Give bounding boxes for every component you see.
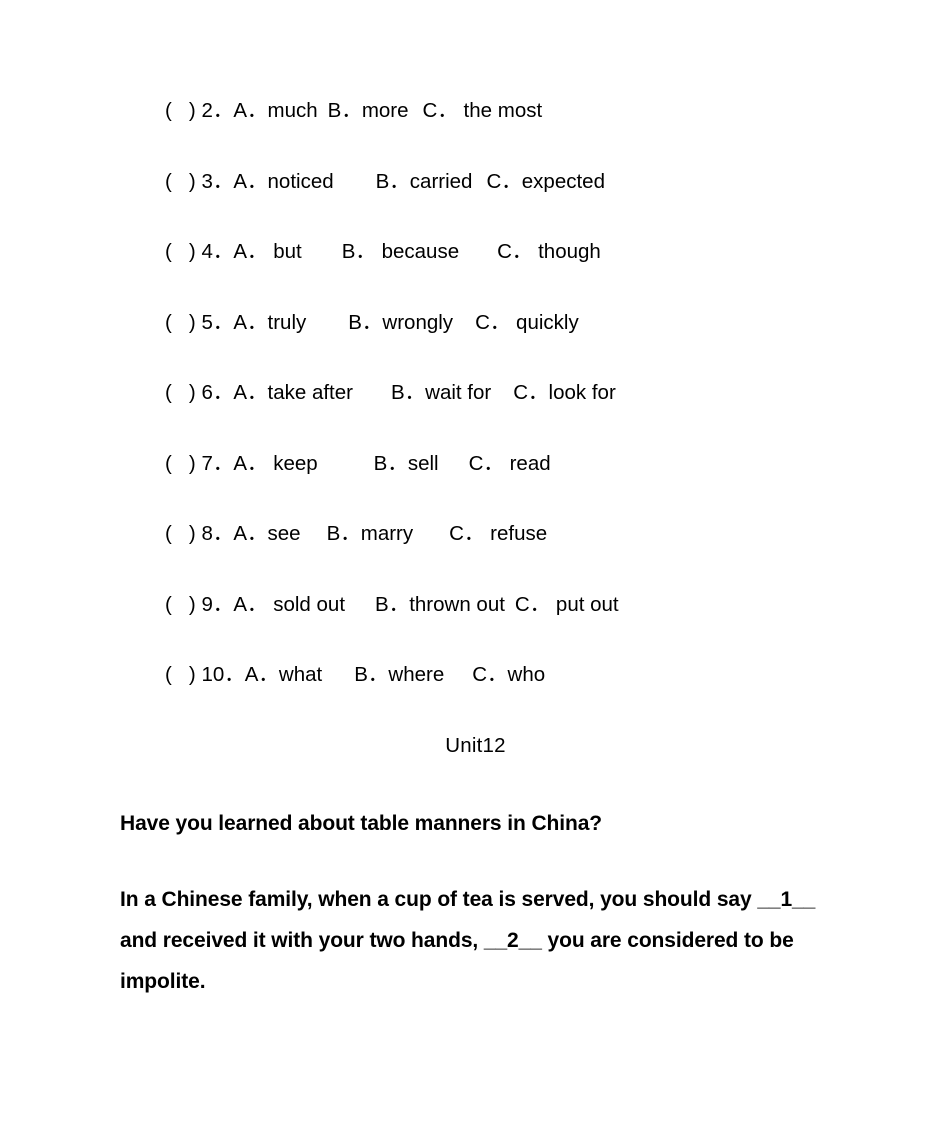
answer-option[interactable]: C．look for [513, 378, 616, 408]
worksheet-page: ( ) 2．A．much B．more C． the most ( ) 3．A．not… [0, 0, 945, 1123]
question-number: 7． [201, 451, 234, 475]
passage-body: In a Chinese family, when a cup of tea i… [120, 879, 832, 1002]
answer-bracket[interactable]: ( ) [165, 519, 201, 549]
answer-option[interactable]: B．thrown out [375, 590, 505, 620]
question-row: ( ) 4．A． but B． because C． though [165, 237, 905, 308]
answer-option[interactable]: C． read [469, 449, 551, 479]
answer-bracket[interactable]: ( ) [165, 449, 201, 479]
question-row: ( ) 3．A．noticed B．carried C．expected [165, 167, 905, 238]
question-number: 6． [201, 381, 234, 404]
question-row: ( ) 5．A．truly B．wrongly C． quickly [165, 308, 905, 379]
question-row: ( ) 6．A．take after B．wait for C．look for [165, 378, 905, 449]
answer-option[interactable]: A．take after [233, 378, 353, 408]
answer-bracket[interactable]: ( ) [165, 590, 201, 620]
unit-heading: Unit12 [0, 732, 945, 760]
answer-option[interactable]: B．where [354, 660, 444, 690]
answer-option[interactable]: A． but [233, 237, 301, 267]
passage-text-segment-1: In a Chinese family, when a cup of tea i… [120, 888, 758, 911]
answer-bracket[interactable]: ( ) [165, 96, 201, 126]
answer-option[interactable]: C． refuse [449, 519, 547, 549]
answer-bracket[interactable]: ( ) [165, 660, 201, 690]
question-row: ( ) 9．A． sold out B．thrown out C． put out [165, 590, 905, 661]
reading-passage: Have you learned about table manners in … [120, 803, 832, 1002]
passage-title: Have you learned about table manners in … [120, 812, 603, 835]
answer-option[interactable]: B．more [328, 96, 409, 126]
answer-option[interactable]: A．see [233, 519, 300, 549]
blank-1[interactable]: __1__ [757, 888, 815, 911]
answer-option[interactable]: C． the most [423, 96, 543, 126]
answer-option[interactable]: C． quickly [475, 308, 579, 338]
question-number: 8． [201, 522, 234, 545]
answer-option[interactable]: C．expected [486, 167, 605, 197]
question-number: 4． [201, 240, 234, 263]
answer-option[interactable]: A． keep [233, 449, 317, 479]
answer-option[interactable]: C．who [472, 660, 545, 690]
question-row: ( ) 7．A． keep B．sell C． read [165, 449, 905, 520]
answer-option[interactable]: B．wait for [391, 378, 491, 408]
answer-bracket[interactable]: ( ) [165, 237, 201, 267]
question-number: 5． [201, 310, 234, 334]
answer-option[interactable]: C． though [497, 237, 601, 267]
question-number: 2． [201, 99, 234, 122]
answer-option[interactable]: B． because [342, 237, 459, 267]
answer-option[interactable]: B．sell [374, 449, 439, 479]
unit-heading-label: Unit12 [445, 734, 506, 757]
blank-2[interactable]: __2__ [484, 929, 542, 952]
answer-option[interactable]: A． sold out [233, 590, 345, 620]
answer-option[interactable]: B．carried [376, 167, 473, 197]
answer-bracket[interactable]: ( ) [165, 308, 201, 338]
answer-bracket[interactable]: ( ) [165, 378, 201, 408]
question-row: ( ) 2．A．much B．more C． the most [165, 96, 905, 167]
answer-bracket[interactable]: ( ) [165, 167, 201, 197]
answer-option[interactable]: A．much [233, 96, 317, 126]
question-row: ( ) 10．A．what B．where C．who [165, 660, 905, 731]
answer-option[interactable]: B．wrongly [348, 308, 453, 338]
answer-option[interactable]: B．marry [327, 519, 414, 549]
question-number: 3． [201, 169, 234, 193]
answer-option[interactable]: A．noticed [233, 167, 333, 197]
answer-option[interactable]: A．what [245, 660, 322, 690]
answer-option[interactable]: C． put out [515, 590, 619, 620]
multiple-choice-list: ( ) 2．A．much B．more C． the most ( ) 3．A．not… [165, 96, 905, 731]
question-row: ( ) 8．A．see B．marry C． refuse [165, 519, 905, 590]
question-number: 10． [201, 663, 245, 686]
passage-text-segment-2: and received it with your two hands, [120, 929, 484, 952]
answer-option[interactable]: A．truly [233, 308, 306, 338]
question-number: 9． [201, 592, 234, 616]
